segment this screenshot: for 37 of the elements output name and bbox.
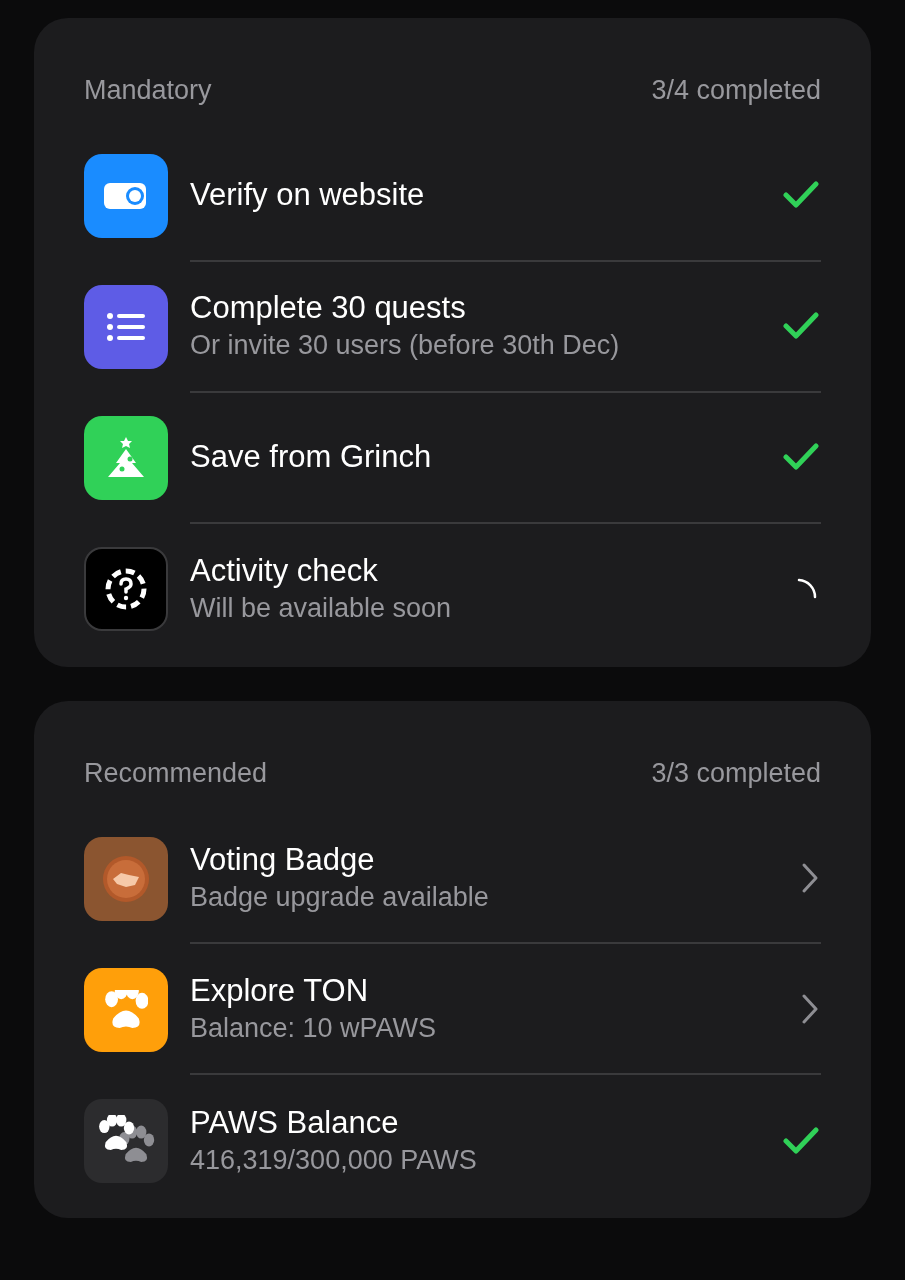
check-icon [783, 311, 819, 341]
paws-icon [84, 1098, 168, 1183]
chevron-icon [801, 992, 819, 1025]
question-icon [84, 547, 168, 631]
task-title: Activity check [190, 552, 379, 590]
wallet-icon [84, 154, 168, 238]
task-row[interactable]: Explore TON Balance: 10 wPAWS [84, 944, 821, 1075]
check-icon [783, 1125, 819, 1156]
list-icon [84, 285, 168, 369]
task-subtitle: Balance: 10 wPAWS [190, 1011, 437, 1045]
task-title: Explore TON [190, 971, 370, 1010]
task-row[interactable]: Save from Grinch [84, 392, 821, 524]
task-subtitle: 416,319/300,000 PAWS [190, 1143, 477, 1177]
section-title: Recommended [84, 756, 268, 790]
paw-icon [84, 967, 168, 1052]
badge-icon [84, 836, 168, 921]
task-row[interactable]: Verify on website [84, 130, 821, 262]
spinner-icon [795, 577, 819, 601]
task-subtitle: Or invite 30 users (before 30th Dec) [190, 329, 620, 362]
check-icon [783, 442, 819, 472]
task-row[interactable]: Complete 30 quests Or invite 30 users (before 30th Dec) [84, 261, 821, 393]
tree-icon [84, 416, 168, 500]
task-title: Verify on website [190, 176, 425, 214]
task-title: PAWS Balance [190, 1103, 400, 1142]
task-subtitle: Will be available soon [190, 592, 452, 625]
task-row[interactable]: Voting Badge Badge upgrade available [84, 813, 821, 944]
task-title: Complete 30 quests [190, 289, 467, 327]
check-icon [783, 180, 819, 210]
task-title: Voting Badge [190, 840, 376, 879]
task-subtitle: Badge upgrade available [190, 880, 489, 914]
chevron-icon [801, 861, 819, 894]
progress-label: 3/4 completed [651, 74, 821, 107]
progress-label: 3/3 completed [651, 756, 821, 790]
task-title: Save from Grinch [190, 438, 432, 476]
task-row[interactable]: Activity check Will be available soon [84, 523, 821, 655]
task-row[interactable]: PAWS Balance 416,319/300,000 PAWS [84, 1075, 821, 1206]
section-title: Mandatory [84, 74, 212, 107]
